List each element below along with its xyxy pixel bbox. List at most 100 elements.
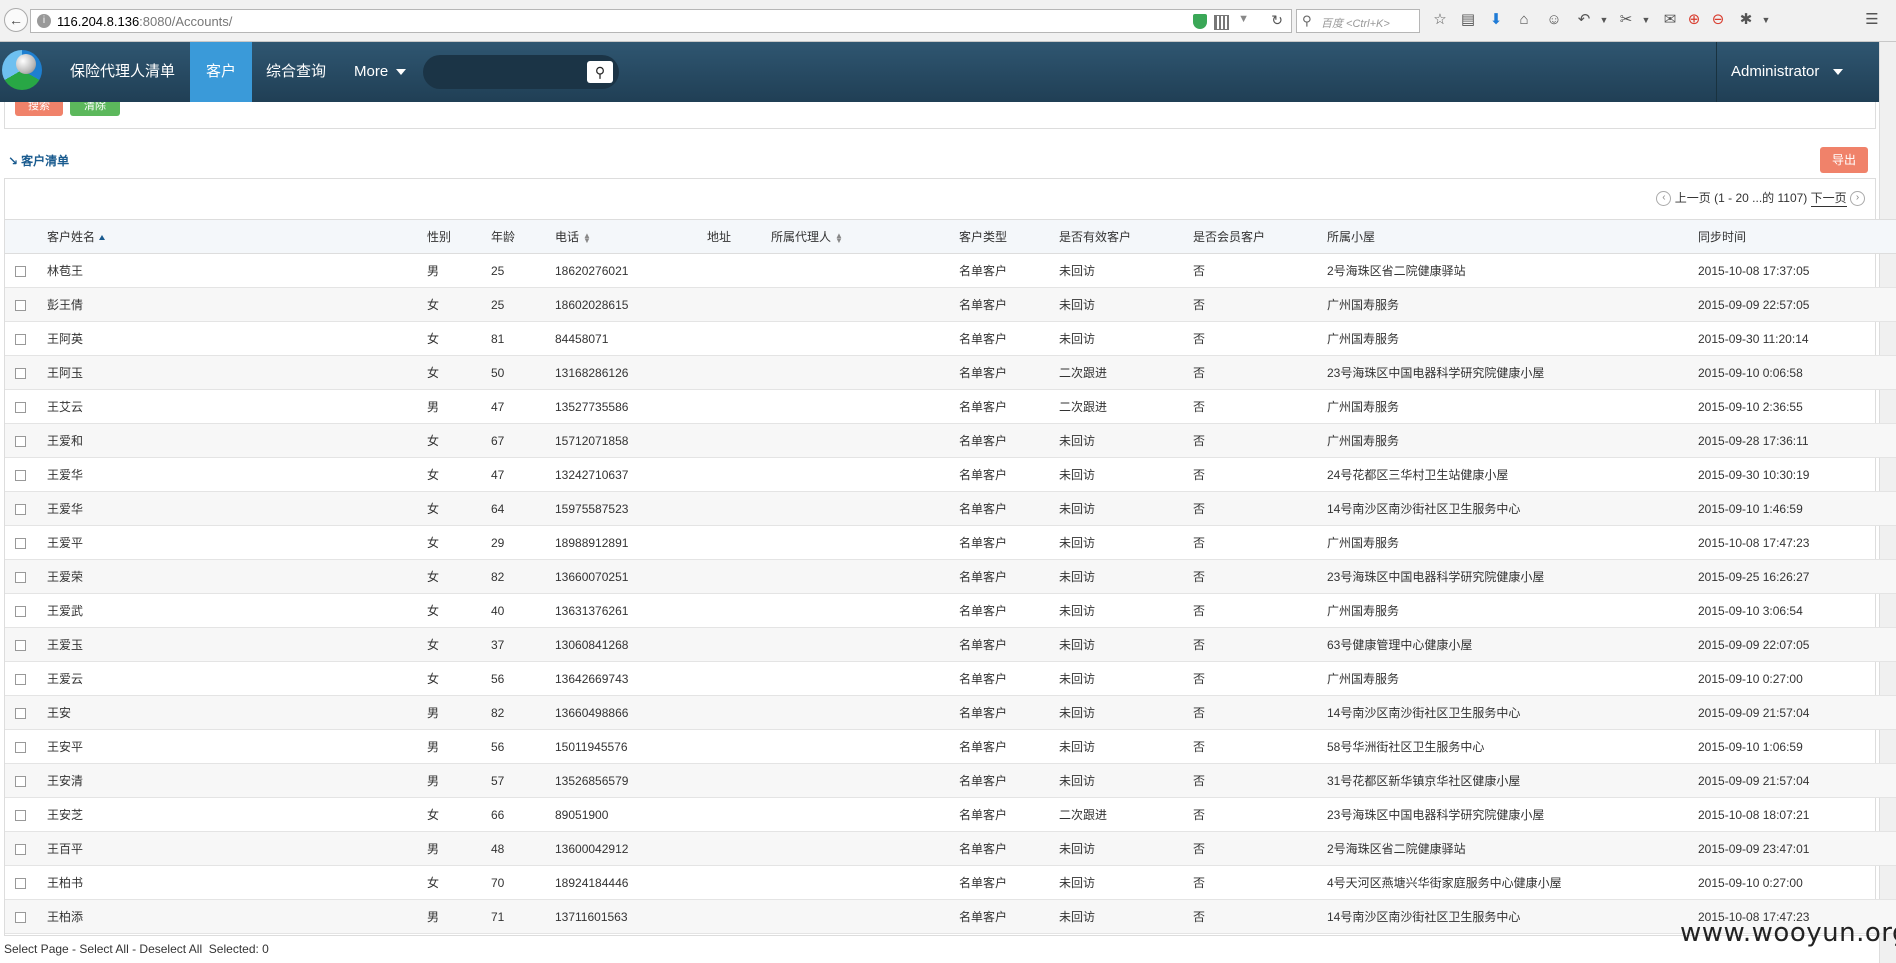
row-checkbox[interactable]: [15, 877, 26, 889]
row-checkbox[interactable]: [15, 571, 26, 583]
table-row[interactable]: 王安清男 57 13526856579 名单客户 未回访 否 31号花都区新华镇京华社区健康…: [5, 763, 1896, 798]
prev-page-link[interactable]: 上一页: [1675, 191, 1711, 205]
export-button[interactable]: 导出: [1820, 147, 1868, 173]
table-row[interactable]: 王阿英女 81 84458071 名单客户 未回访 否 广州国寿服务 2015-09-30 1…: [5, 322, 1896, 356]
cell-name[interactable]: 王安芝: [47, 798, 427, 832]
cell-name[interactable]: 王爱平: [47, 526, 427, 560]
cell-name[interactable]: 王百平: [47, 832, 427, 866]
cell-name[interactable]: 王安平: [47, 730, 427, 764]
row-checkbox[interactable]: [15, 605, 26, 617]
cell-name[interactable]: 王爱和: [47, 424, 427, 458]
cell-name[interactable]: 王爱荣: [47, 560, 427, 594]
select-page-link[interactable]: Select Page: [4, 942, 69, 956]
table-row[interactable]: 王爱和女 67 15712071858 名单客户 未回访 否 广州国寿服务 2015-09-2…: [5, 423, 1896, 458]
undo-icon[interactable]: ↶: [1574, 10, 1594, 30]
cell-name[interactable]: 王柏添: [47, 900, 427, 934]
select-all-link[interactable]: Select All: [79, 942, 128, 956]
back-button[interactable]: ←: [4, 8, 28, 32]
cell-name[interactable]: 王艾云: [47, 390, 427, 424]
chat-icon[interactable]: ☺: [1544, 10, 1564, 30]
col-header-name[interactable]: 客户姓名: [47, 219, 427, 254]
row-checkbox[interactable]: [15, 469, 26, 481]
table-row[interactable]: 王爱平女 29 18988912891 名单客户 未回访 否 广州国寿服务 2015-10-0…: [5, 526, 1896, 560]
table-row[interactable]: 王爱武女 40 13631376261 名单客户 未回访 否 广州国寿服务 2015-09-1…: [5, 594, 1896, 628]
menu-icon[interactable]: ☰: [1862, 10, 1882, 30]
reading-list-icon[interactable]: ▤: [1458, 10, 1478, 30]
row-checkbox[interactable]: [15, 639, 26, 651]
cell-name[interactable]: 王爱云: [47, 662, 427, 696]
nav-item-search[interactable]: 综合查询: [250, 42, 342, 102]
nav-search-input[interactable]: [433, 61, 577, 85]
cell-name[interactable]: 王安: [47, 696, 427, 730]
col-header-agent[interactable]: 所属代理人 ▲ ▼: [771, 219, 959, 254]
browser-search-box[interactable]: ⚲ 百度 <Ctrl+K>: [1296, 9, 1420, 33]
row-checkbox[interactable]: [15, 673, 26, 685]
table-row[interactable]: 王安男 82 13660498866 名单客户 未回访 否 14号南沙区南沙街社区卫生服务中…: [5, 695, 1896, 730]
row-checkbox[interactable]: [15, 265, 26, 277]
row-checkbox[interactable]: [15, 707, 26, 719]
nav-item-agents[interactable]: 保险代理人清单: [54, 42, 191, 102]
table-row[interactable]: 王爱云女 56 13642669743 名单客户 未回访 否 广州国寿服务 2015-09-1…: [5, 662, 1896, 696]
table-row[interactable]: 王百平男 48 13600042912 名单客户 未回访 否 2号海珠区省二院健康驿站 201…: [5, 831, 1896, 866]
table-row[interactable]: 王爱荣女 82 13660070251 名单客户 未回访 否 23号海珠区中国电器科学研究院…: [5, 559, 1896, 594]
row-checkbox[interactable]: [15, 911, 26, 923]
table-row[interactable]: 王爱华女 47 13242710637 名单客户 未回访 否 24号花都区三华村卫生站健康小…: [5, 458, 1896, 492]
row-checkbox[interactable]: [15, 367, 26, 379]
row-checkbox[interactable]: [15, 741, 26, 753]
shield-icon[interactable]: [1193, 14, 1207, 29]
table-row[interactable]: 王阿玉女 50 13168286126 名单客户 二次跟进 否 23号海珠区中国电器科学研究…: [5, 355, 1896, 390]
deselect-all-link[interactable]: Deselect All: [139, 942, 202, 956]
cell-name[interactable]: 彭王倩: [47, 288, 427, 322]
row-checkbox[interactable]: [15, 809, 26, 821]
row-checkbox[interactable]: [15, 299, 26, 311]
table-row[interactable]: 王柏书女 70 18924184446 名单客户 未回访 否 4号天河区燕塘兴华街家庭服务中…: [5, 866, 1896, 900]
row-checkbox[interactable]: [15, 435, 26, 447]
undo-dropdown-icon[interactable]: ▼: [1594, 10, 1614, 30]
reload-icon[interactable]: ↻: [1271, 12, 1283, 29]
zoom-out-icon[interactable]: ⊖: [1708, 10, 1728, 30]
address-bar[interactable]: i 116.204.8.136:8080/Accounts/ ▼ ↻: [30, 9, 1292, 33]
next-page-icon[interactable]: ›: [1850, 191, 1865, 207]
next-page-link[interactable]: 下一页: [1810, 191, 1847, 207]
filter-clear-button[interactable]: 清除: [70, 102, 120, 116]
crop-dropdown-icon[interactable]: ▼: [1636, 10, 1656, 30]
row-checkbox[interactable]: [15, 843, 26, 855]
row-checkbox[interactable]: [15, 503, 26, 515]
cell-name[interactable]: 王安清: [47, 764, 427, 798]
cell-name[interactable]: 王爱玉: [47, 628, 427, 662]
row-checkbox[interactable]: [15, 333, 26, 345]
home-icon[interactable]: ⌂: [1514, 10, 1534, 30]
table-row[interactable]: 林苞王男 25 18620276021 名单客户 未回访 否 2号海珠区省二院健康驿站 201…: [5, 254, 1896, 288]
cell-name[interactable]: 林苞王: [47, 254, 427, 288]
cell-name[interactable]: 王爱华: [47, 458, 427, 492]
crop-icon[interactable]: ✂: [1616, 10, 1636, 30]
filter-search-button[interactable]: 搜索: [15, 102, 63, 116]
section-title[interactable]: ↘ 客户清单: [8, 152, 69, 169]
cell-name[interactable]: 王柏书: [47, 866, 427, 900]
dropdown-arrow-icon[interactable]: ▼: [1238, 13, 1249, 25]
cell-name[interactable]: 王阿玉: [47, 356, 427, 390]
row-checkbox[interactable]: [15, 401, 26, 413]
tools-dropdown-icon[interactable]: ▼: [1756, 10, 1776, 30]
cell-name[interactable]: 王阿英: [47, 322, 427, 356]
table-row[interactable]: 王爱华女 64 15975587523 名单客户 未回访 否 14号南沙区南沙街社区卫生服务…: [5, 491, 1896, 526]
cell-name[interactable]: 王爱华: [47, 492, 427, 526]
nav-item-customers[interactable]: 客户: [190, 42, 253, 102]
row-checkbox[interactable]: [15, 537, 26, 549]
tools-icon[interactable]: ✱: [1736, 10, 1756, 30]
table-row[interactable]: 彭王倩女 25 18602028615 名单客户 未回访 否 广州国寿服务 2015-09-0…: [5, 287, 1896, 322]
row-checkbox[interactable]: [15, 775, 26, 787]
qr-code-icon[interactable]: [1214, 15, 1229, 30]
nav-item-more[interactable]: More: [338, 42, 422, 102]
cell-name[interactable]: 王爱武: [47, 594, 427, 628]
table-row[interactable]: 王艾云男 47 13527735586 名单客户 二次跟进 否 广州国寿服务 2015-09-…: [5, 390, 1896, 424]
user-menu[interactable]: Administrator: [1716, 42, 1876, 102]
app-logo[interactable]: [2, 48, 50, 96]
nav-search-button[interactable]: ⚲: [587, 61, 613, 83]
table-row[interactable]: 王安芝女 66 89051900 名单客户 二次跟进 否 23号海珠区中国电器科学研究院健康…: [5, 798, 1896, 832]
comment-icon[interactable]: ✉: [1660, 10, 1680, 30]
download-icon[interactable]: ⬇: [1486, 10, 1506, 30]
col-header-phone[interactable]: 电话 ▲ ▼: [555, 219, 707, 254]
site-info-icon[interactable]: i: [37, 14, 51, 28]
table-row[interactable]: 王安平男 56 15011945576 名单客户 未回访 否 58号华洲街社区卫生服务中心 2…: [5, 730, 1896, 764]
